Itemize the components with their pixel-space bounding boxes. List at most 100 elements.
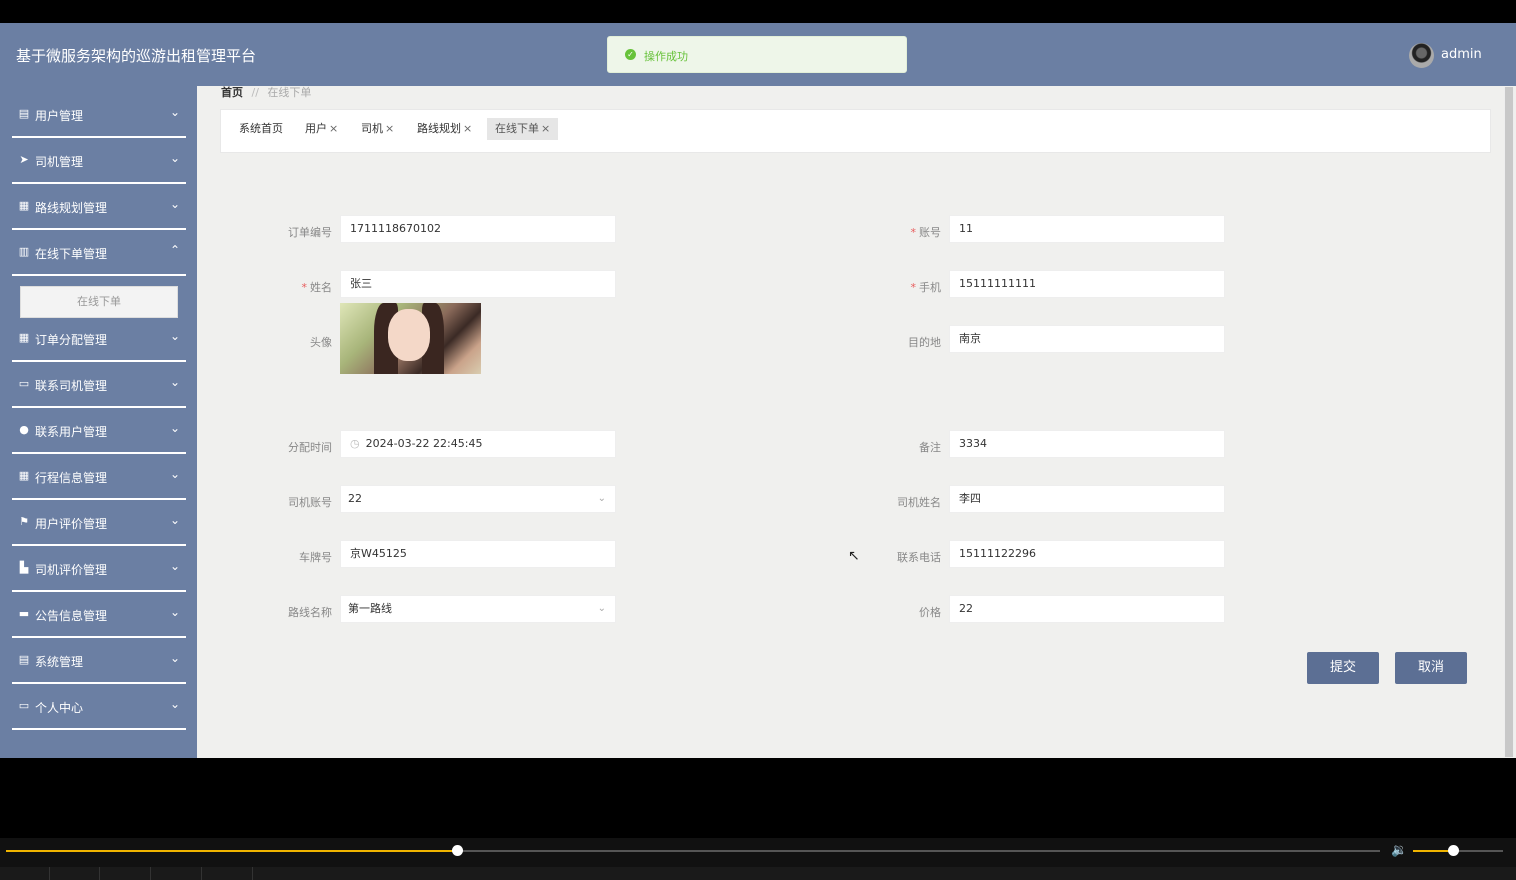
bulb-icon: ● [19,423,29,436]
chevron-down-icon: ⌄ [169,651,180,665]
avatar[interactable] [1409,43,1434,68]
progress-bar[interactable] [6,845,1380,856]
driver-account-select[interactable]: 22 ⌄ [340,485,616,513]
volume-slider[interactable] [1413,845,1503,856]
sidebar-item-system-management[interactable]: ▤ 系统管理 ⌄ [12,640,186,684]
volume-fill [1413,850,1453,852]
sidebar-item-label: 行程信息管理 [35,471,108,485]
chevron-down-icon: ⌄ [169,151,180,165]
close-icon[interactable]: × [385,122,394,135]
name-label: * 姓名 [301,281,333,294]
chevron-down-icon: ⌄ [169,605,180,619]
sidebar-item-driver-management[interactable]: ➤ 司机管理 ⌄ [12,140,186,184]
sidebar-item-order-assign-management[interactable]: ▦ 订单分配管理 ⌄ [12,318,186,362]
tab-label: 司机 [361,122,383,135]
phone-label: * 手机 [910,281,942,294]
sidebar-item-user-management[interactable]: ▤ 用户管理 ⌄ [12,94,186,138]
sidebar-item-notice-management[interactable]: ▬ 公告信息管理 ⌄ [12,594,186,638]
sidebar-item-label: 司机管理 [35,155,84,169]
sidebar-item-driver-review-management[interactable]: ▙ 司机评价管理 ⌄ [12,548,186,592]
toast-message: 操作成功 [644,50,688,63]
progress-handle[interactable] [451,845,463,856]
mouse-cursor-icon: ↖ [848,548,860,564]
bottom-strip [0,867,1516,880]
submit-button[interactable]: 提交 [1307,652,1379,684]
book-icon: ▤ [18,653,30,666]
volume-handle[interactable] [1447,845,1459,856]
chevron-down-icon: ⌄ [597,603,606,614]
chevron-down-icon: ⌄ [169,467,180,481]
breadcrumb-separator: // [251,86,259,99]
cancel-button[interactable]: 取消 [1395,652,1467,684]
driver-account-label: 司机账号 [288,496,332,509]
sidebar: ▤ 用户管理 ⌄ ➤ 司机管理 ⌄ ▦ 路线规划管理 ⌄ ▥ 在线下单管理 ⌃ … [0,86,197,758]
assign-time-field[interactable]: ◷ 2024-03-22 22:45:45 [340,430,616,458]
close-icon[interactable]: × [463,122,472,135]
sidebar-item-trip-info-management[interactable]: ▦ 行程信息管理 ⌄ [12,456,186,500]
route-name-select[interactable]: 第一路线 ⌄ [340,595,616,623]
breadcrumb: 首页 // 在线下单 [221,84,311,100]
chevron-down-icon: ⌄ [169,329,180,343]
scrollbar[interactable] [1504,87,1514,757]
tab-online-order[interactable]: 在线下单 × [487,118,559,140]
sidebar-item-label: 在线下单管理 [35,247,108,261]
order-no-field[interactable]: 1711118670102 [340,215,616,243]
assign-time-value: 2024-03-22 22:45:45 [365,437,483,450]
remark-field[interactable]: 3334 [949,430,1225,458]
username[interactable]: admin [1441,47,1482,62]
route-name-label: 路线名称 [288,606,332,619]
close-icon[interactable]: × [541,122,550,135]
top-bar: 基于微服务架构的巡游出租管理平台 ✓ 操作成功 admin [0,23,1516,86]
grid-icon: ▦ [18,331,30,344]
sidebar-subitem-online-order[interactable]: 在线下单 [20,286,178,318]
chevron-down-icon: ⌄ [169,375,180,389]
tab-system-home[interactable]: 系统首页 [231,118,291,140]
card-icon: ▭ [18,699,30,712]
chevron-down-icon: ⌄ [169,513,180,527]
name-field[interactable]: 张三 [340,270,616,298]
phone-field[interactable]: 15111111111 [949,270,1225,298]
chevron-down-icon: ⌄ [169,105,180,119]
tab-route-planning[interactable]: 路线规划 × [409,118,480,140]
ticket-icon: ▬ [18,607,30,620]
driver-account-value: 22 [348,492,362,505]
avatar-label: 头像 [310,336,332,349]
close-icon[interactable]: × [329,122,338,135]
sidebar-item-contact-driver-management[interactable]: ▭ 联系司机管理 ⌄ [12,364,186,408]
sidebar-item-label: 司机评价管理 [35,563,108,577]
strip-cell [0,867,50,880]
sidebar-item-contact-user-management[interactable]: ● 联系用户管理 ⌄ [12,410,186,454]
avatar-photo[interactable] [340,303,481,374]
sidebar-item-route-management[interactable]: ▦ 路线规划管理 ⌄ [12,186,186,230]
tab-label: 用户 [305,122,327,135]
contact-phone-field[interactable]: 15111122296 [949,540,1225,568]
tab-user[interactable]: 用户 × [297,118,346,140]
volume-icon[interactable]: 🔉 [1391,843,1407,858]
price-field[interactable]: 22 [949,595,1225,623]
strip-cell [203,867,253,880]
account-label: * 账号 [910,226,942,239]
plate-field[interactable]: 京W45125 [340,540,616,568]
monitor-icon: ▭ [18,377,30,390]
sidebar-item-label: 联系司机管理 [35,379,108,393]
success-toast: ✓ 操作成功 [607,36,907,73]
tab-driver[interactable]: 司机 × [353,118,402,140]
sidebar-item-user-review-management[interactable]: ⚑ 用户评价管理 ⌄ [12,502,186,546]
sidebar-item-personal-center[interactable]: ▭ 个人中心 ⌄ [12,686,186,730]
account-field[interactable]: 11 [949,215,1225,243]
chevron-down-icon: ⌄ [169,697,180,711]
driver-name-field[interactable]: 李四 [949,485,1225,513]
main-content: 首页 // 在线下单 系统首页 用户 × 司机 × 路线规划 × 在线下单 × 订单编号… [197,86,1502,758]
bar-chart-icon: ▥ [18,245,30,258]
sidebar-item-label: 系统管理 [35,655,84,669]
app-title: 基于微服务架构的巡游出租管理平台 [16,47,257,65]
strip-cell [101,867,151,880]
scrollbar-thumb[interactable] [1505,87,1513,757]
destination-field[interactable]: 南京 [949,325,1225,353]
breadcrumb-home[interactable]: 首页 [221,86,243,99]
sidebar-item-online-order-management[interactable]: ▥ 在线下单管理 ⌃ [12,232,186,276]
app-window: 基于微服务架构的巡游出租管理平台 ✓ 操作成功 admin ▤ 用户管理 ⌄ ➤… [0,23,1516,758]
sidebar-item-label: 联系用户管理 [35,425,108,439]
contact-phone-label: 联系电话 [897,551,941,564]
flag-icon: ⚑ [19,515,29,528]
